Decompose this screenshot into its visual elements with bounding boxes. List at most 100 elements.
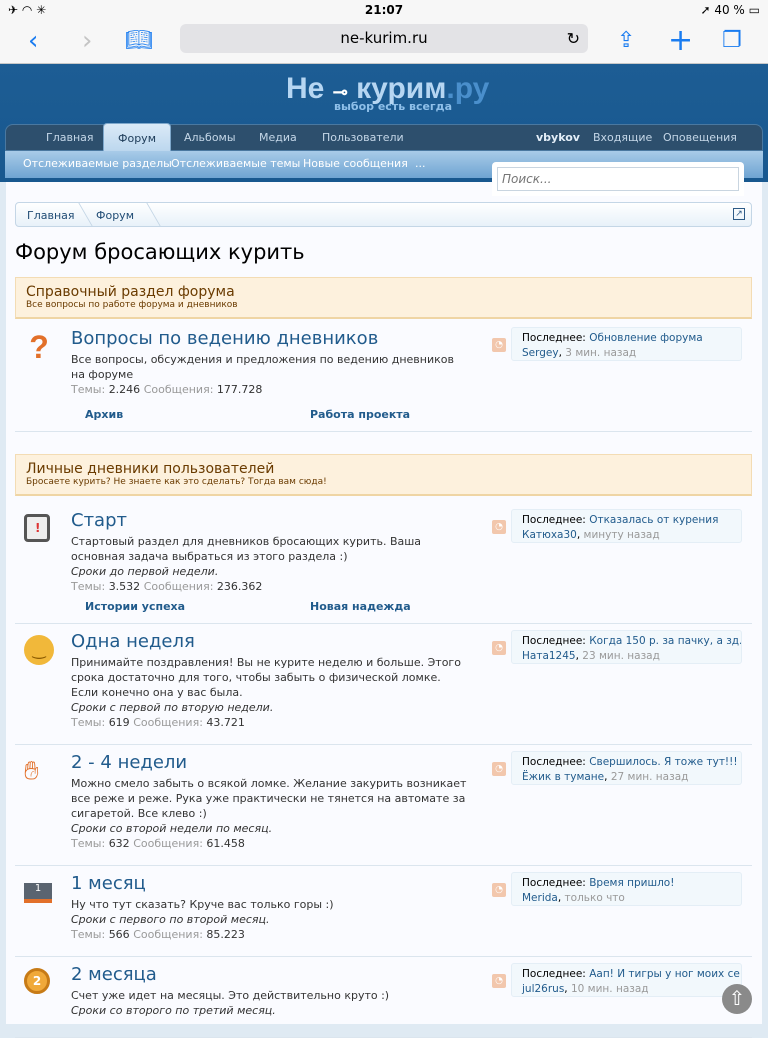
tab-albums[interactable]: Альбомы <box>184 131 236 144</box>
subforum-link[interactable]: Работа проекта <box>310 408 410 421</box>
rss-icon[interactable]: ◔ <box>492 520 506 534</box>
forum-title[interactable]: Вопросы по ведению дневников <box>71 328 378 349</box>
forum-stats: Темы: 3.532 Сообщения: 236.362 <box>71 580 263 593</box>
share-icon[interactable]: ⇪ <box>617 26 635 56</box>
inbox-link[interactable]: Входящие <box>593 131 652 144</box>
last-post: Последнее: Когда 150 р. за пачку, а зд..… <box>511 630 742 664</box>
last-post-title[interactable]: Аап! И тигры у ног моих се... <box>589 968 741 980</box>
last-post-time: минуту назад <box>583 529 660 541</box>
forum-body: Стартовый раздел для дневников бросающих… <box>71 534 471 594</box>
forum-body: Ну что тут сказать? Круче вас только гор… <box>71 897 471 942</box>
forum-node: 2 2 месяца Счет уже идет на месяцы. Это … <box>15 958 752 1038</box>
forum-body: Все вопросы, обсуждения и предложения по… <box>71 352 471 397</box>
page-title: Форум бросающих курить <box>15 240 305 264</box>
watched-forums-link[interactable]: Отслеживаемые разделы <box>23 157 172 170</box>
category-desc: Бросаете курить? Не знаете как это сдела… <box>26 477 327 487</box>
forum-desc: Принимайте поздравления! Вы не курите не… <box>71 656 461 699</box>
category-header: Справочный раздел форума Все вопросы по … <box>15 277 752 319</box>
forum-body: Можно смело забыть о всякой ломке. Желан… <box>71 776 471 851</box>
alerts-link[interactable]: Оповещения <box>663 131 737 144</box>
tab-forum[interactable]: Форум <box>103 123 171 151</box>
clock: 21:07 <box>364 3 404 17</box>
last-post-user[interactable]: Sergey <box>522 347 559 359</box>
search-box <box>492 162 744 196</box>
forum-note: Сроки до первой недели. <box>71 565 219 578</box>
reload-icon[interactable]: ↻ <box>567 24 580 53</box>
watched-threads-link[interactable]: Отслеживаемые темы <box>171 157 300 170</box>
category-title[interactable]: Личные дневники пользователей <box>26 461 741 477</box>
podium-icon: 1 <box>24 877 54 907</box>
breadcrumb-home[interactable]: Главная <box>27 209 75 222</box>
forum-title[interactable]: 1 месяц <box>71 873 146 894</box>
jump-icon[interactable]: ↗ <box>733 208 745 220</box>
last-post-title[interactable]: Отказалась от курения <box>589 514 718 526</box>
forum-title[interactable]: Старт <box>71 510 127 531</box>
question-icon: ? <box>29 329 49 365</box>
back-icon[interactable]: ‹ <box>28 26 38 56</box>
category-title[interactable]: Справочный раздел форума <box>26 284 741 300</box>
last-label: Последнее: <box>522 635 586 647</box>
last-post-time: только что <box>564 892 625 904</box>
last-post: Последнее: Обновление форума Sergey, 3 ми… <box>511 327 742 361</box>
forum-desc: Ну что тут сказать? Круче вас только гор… <box>71 898 334 911</box>
browser-toolbar: ‹ › 📖︎ ne-kurim.ru ↻ ⇪ + ❐ <box>0 20 768 64</box>
rss-icon[interactable]: ◔ <box>492 338 506 352</box>
forum-stats: Темы: 619 Сообщения: 43.721 <box>71 716 245 729</box>
forum-note: Сроки со второй недели по месяц. <box>71 822 273 835</box>
new-tab-icon[interactable]: + <box>668 26 693 56</box>
forum-desc: Можно смело забыть о всякой ломке. Желан… <box>71 777 467 820</box>
forum-title[interactable]: 2 месяца <box>71 964 157 985</box>
bookmarks-icon[interactable]: 📖︎ <box>125 26 153 56</box>
last-post-user[interactable]: Ёжик в тумане <box>522 771 604 783</box>
forum-desc: Счет уже идет на месяцы. Это действитель… <box>71 989 390 1002</box>
address-bar[interactable]: ne-kurim.ru ↻ <box>180 24 588 53</box>
last-post-user[interactable]: Merida <box>522 892 558 904</box>
tab-users[interactable]: Пользователи <box>322 131 404 144</box>
last-post: Последнее: Время пришло! Merida, только ч… <box>511 872 742 906</box>
tab-home[interactable]: Главная <box>46 131 94 144</box>
forum-desc: Стартовый раздел для дневников бросающих… <box>71 535 422 563</box>
search-input[interactable] <box>497 167 739 191</box>
user-menu[interactable]: vbykov <box>536 131 580 144</box>
breadcrumb-forum[interactable]: Форум <box>96 209 134 222</box>
tabs-icon[interactable]: ❐ <box>722 26 742 56</box>
last-label: Последнее: <box>522 968 586 980</box>
airplane-wifi-icons: ✈ ︎◠ ✳ <box>8 3 47 17</box>
last-post-title[interactable]: Когда 150 р. за пачку, а зд... <box>589 635 741 647</box>
forum-title[interactable]: Одна неделя <box>71 631 195 652</box>
last-post-user[interactable]: Ната1245 <box>522 650 576 662</box>
subforum-link[interactable]: Архив <box>85 408 123 421</box>
subforum-link[interactable]: Новая надежда <box>310 600 411 613</box>
tab-media[interactable]: Медиа <box>259 131 297 144</box>
scroll-to-top-button[interactable]: ⇧ <box>722 984 752 1014</box>
rss-icon[interactable]: ◔ <box>492 641 506 655</box>
forum-note: Сроки с первого по второй месяц. <box>71 913 270 926</box>
more-link[interactable]: ... <box>415 157 426 170</box>
battery-percent: 40 % <box>714 3 745 17</box>
battery: ➚ 40 % ▭ <box>700 3 760 17</box>
forum-node: ? Вопросы по ведению дневников Все вопро… <box>15 322 752 432</box>
hand-icon: ✋︎ <box>24 756 39 786</box>
last-post-title[interactable]: Свершилось. Я тоже тут!!! <box>589 756 737 768</box>
forum-body: Принимайте поздравления! Вы не курите не… <box>71 655 471 730</box>
calendar-icon: ! <box>24 514 54 544</box>
breadcrumb: Главная Форум ↗ <box>15 202 752 227</box>
rss-icon[interactable]: ◔ <box>492 762 506 776</box>
forum-title[interactable]: 2 - 4 недели <box>71 752 187 773</box>
rss-icon[interactable]: ◔ <box>492 974 506 988</box>
last-post-user[interactable]: Катюха30 <box>522 529 577 541</box>
forum-node: 1 1 месяц Ну что тут сказать? Круче вас … <box>15 867 752 957</box>
forum-stats: Темы: 2.246 Сообщения: 177.728 <box>71 383 263 396</box>
subforum-link[interactable]: Истории успеха <box>85 600 185 613</box>
smiley-icon: ‿ <box>24 635 54 665</box>
new-posts-link[interactable]: Новые сообщения <box>303 157 408 170</box>
status-bar: ✈ ︎◠ ✳ 21:07 ➚ 40 % ▭ <box>0 0 768 20</box>
forward-icon[interactable]: › <box>82 26 92 56</box>
last-post-title[interactable]: Обновление форума <box>589 332 703 344</box>
rss-icon[interactable]: ◔ <box>492 883 506 897</box>
category-desc: Все вопросы по работе форума и дневников <box>26 300 238 310</box>
category-header: Личные дневники пользователей Бросаете к… <box>15 454 752 496</box>
last-label: Последнее: <box>522 756 586 768</box>
last-post-user[interactable]: jul26rus <box>522 983 564 995</box>
last-post-title[interactable]: Время пришло! <box>589 877 674 889</box>
